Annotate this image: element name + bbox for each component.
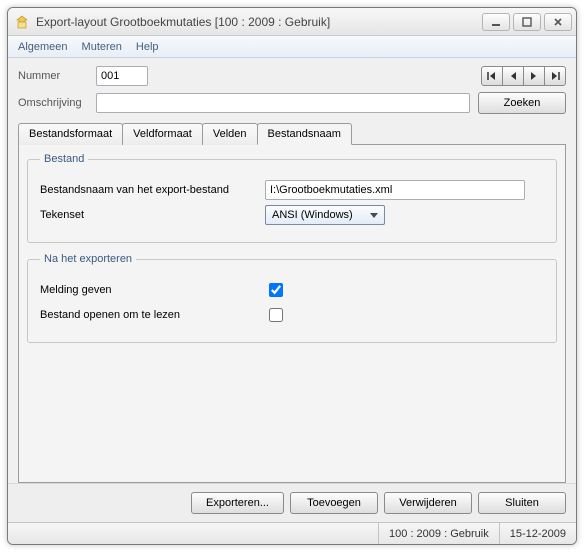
tekenset-value: ANSI (Windows) <box>272 209 353 221</box>
open-label: Bestand openen om te lezen <box>40 309 265 321</box>
open-checkbox[interactable] <box>269 308 283 322</box>
tekenset-label: Tekenset <box>40 209 265 221</box>
menu-help[interactable]: Help <box>136 41 159 53</box>
melding-label: Melding geven <box>40 284 265 296</box>
tab-bestandsnaam[interactable]: Bestandsnaam <box>257 123 352 145</box>
app-icon <box>14 14 30 30</box>
after-export-group: Na het exporteren Melding geven Bestand … <box>27 253 557 343</box>
sluiten-button[interactable]: Sluiten <box>478 492 566 514</box>
bestand-group: Bestand Bestandsnaam van het export-best… <box>27 153 557 243</box>
tab-velden[interactable]: Velden <box>202 123 258 145</box>
omschrijving-input[interactable] <box>96 93 470 113</box>
title-bar: Export-layout Grootboekmutaties [100 : 2… <box>8 8 576 36</box>
tab-panel: Bestand Bestandsnaam van het export-best… <box>18 144 566 483</box>
tab-veldformaat[interactable]: Veldformaat <box>122 123 203 145</box>
window-title: Export-layout Grootboekmutaties [100 : 2… <box>36 15 482 29</box>
status-date: 15-12-2009 <box>499 523 576 544</box>
menu-muteren[interactable]: Muteren <box>82 41 122 53</box>
close-button[interactable] <box>544 13 572 31</box>
path-label: Bestandsnaam van het export-bestand <box>40 184 265 196</box>
after-legend: Na het exporteren <box>40 253 136 265</box>
minimize-button[interactable] <box>482 13 510 31</box>
exporteren-button[interactable]: Exporteren... <box>191 492 284 514</box>
record-nav <box>481 66 566 86</box>
tabs-area: Bestandsformaat Veldformaat Velden Besta… <box>8 122 576 483</box>
tab-bestandsformaat[interactable]: Bestandsformaat <box>18 123 123 145</box>
menu-bar: Algemeen Muteren Help <box>8 36 576 58</box>
zoeken-button[interactable]: Zoeken <box>478 92 566 114</box>
nav-last-button[interactable] <box>544 66 566 86</box>
header-row: Nummer <box>8 58 576 90</box>
nummer-label: Nummer <box>18 70 88 82</box>
toevoegen-button[interactable]: Toevoegen <box>290 492 378 514</box>
status-context: 100 : 2009 : Gebruik <box>378 523 499 544</box>
path-input[interactable] <box>265 180 525 200</box>
tekenset-select[interactable]: ANSI (Windows) <box>265 205 385 225</box>
status-bar: 100 : 2009 : Gebruik 15-12-2009 <box>8 522 576 544</box>
omschrijving-label: Omschrijving <box>18 97 88 109</box>
nummer-input[interactable] <box>96 66 148 86</box>
maximize-button[interactable] <box>513 13 541 31</box>
description-row: Omschrijving Zoeken <box>8 90 576 122</box>
verwijderen-button[interactable]: Verwijderen <box>384 492 472 514</box>
nav-prev-button[interactable] <box>502 66 524 86</box>
nav-first-button[interactable] <box>481 66 503 86</box>
bestand-legend: Bestand <box>40 153 88 165</box>
app-window: Export-layout Grootboekmutaties [100 : 2… <box>7 7 577 545</box>
button-row: Exporteren... Toevoegen Verwijderen Slui… <box>8 483 576 522</box>
nav-next-button[interactable] <box>523 66 545 86</box>
melding-checkbox[interactable] <box>269 283 283 297</box>
tab-strip: Bestandsformaat Veldformaat Velden Besta… <box>18 122 566 144</box>
menu-algemeen[interactable]: Algemeen <box>18 41 68 53</box>
